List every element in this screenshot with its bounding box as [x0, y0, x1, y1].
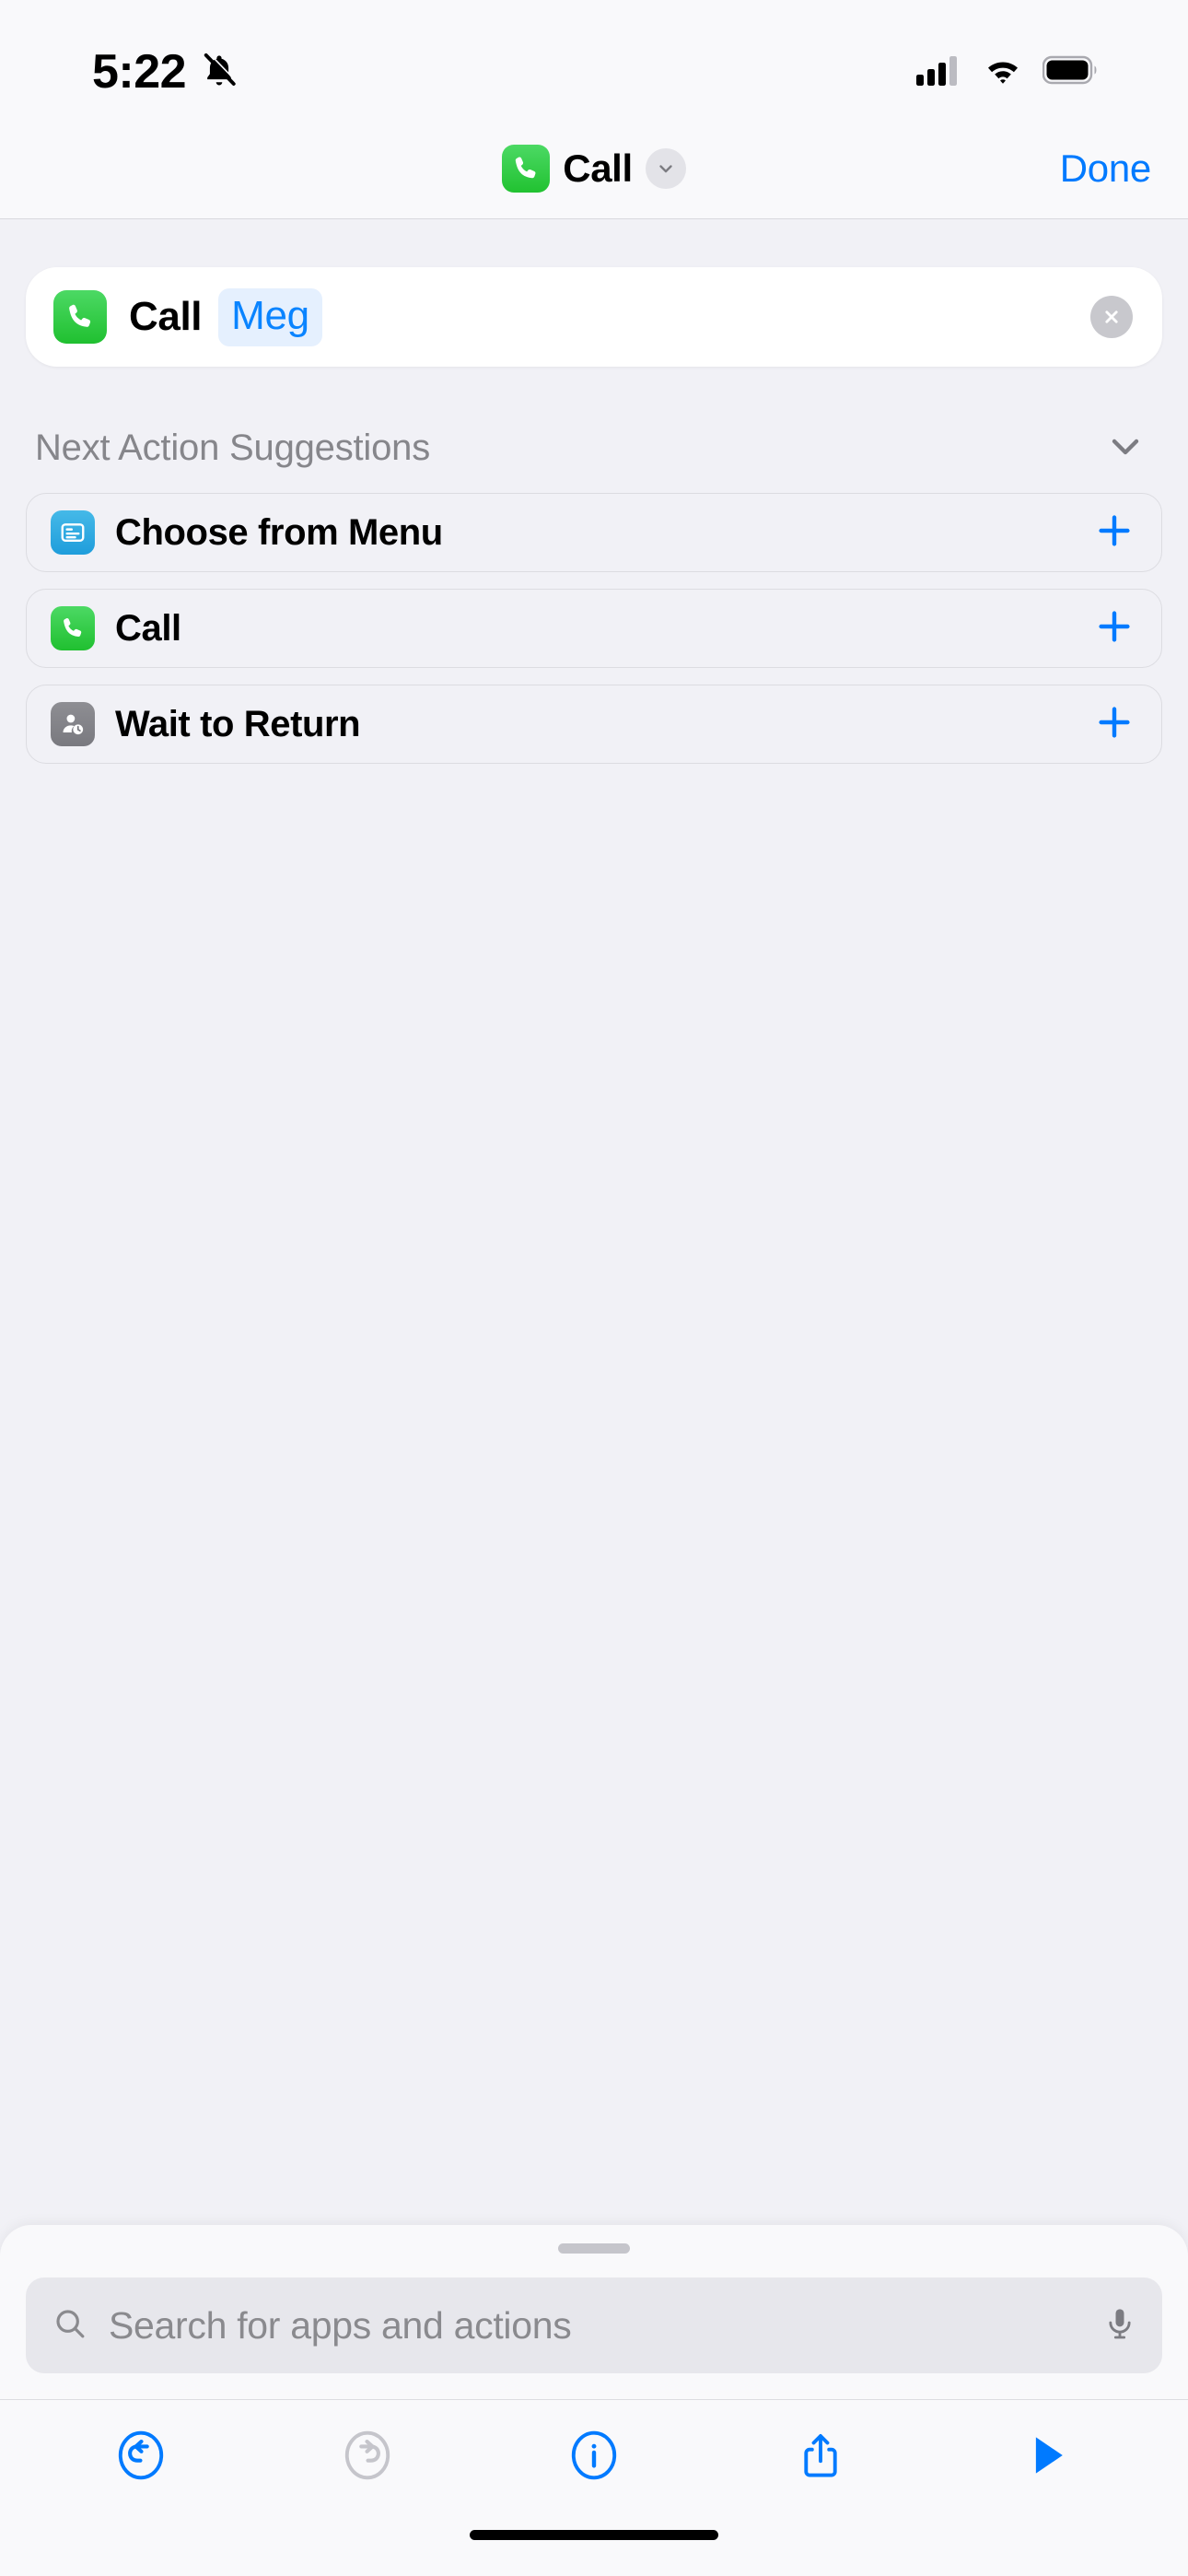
status-time: 5:22 [92, 45, 187, 99]
phone-icon [51, 606, 95, 650]
suggestion-label: Call [115, 607, 181, 649]
suggestion-row-wait-to-return[interactable]: Wait to Return [26, 685, 1162, 764]
plus-icon[interactable] [1093, 605, 1136, 652]
status-bar-right [915, 53, 1100, 91]
info-button[interactable] [543, 2405, 645, 2506]
home-indicator-area [0, 2510, 1188, 2576]
phone-app-icon [502, 144, 551, 193]
shortcuts-action-editor-screen: 5:22 Call Done Call Meg Next Action Sugg… [0, 0, 1188, 2576]
navigation-bar: Call Done [0, 118, 1188, 219]
editor-toolbar [0, 2399, 1188, 2510]
action-contact-token[interactable]: Meg [218, 287, 322, 346]
action-library-sheet: Search for apps and actions [0, 2225, 1188, 2576]
home-indicator[interactable] [470, 2530, 718, 2540]
run-button[interactable] [996, 2405, 1098, 2506]
search-input[interactable]: Search for apps and actions [26, 2277, 1162, 2373]
search-icon [52, 2305, 88, 2347]
redo-button[interactable] [317, 2405, 418, 2506]
nav-title-group: Call [0, 144, 1188, 193]
done-button[interactable]: Done [1060, 146, 1152, 191]
close-circle-icon[interactable] [1090, 296, 1133, 338]
undo-button[interactable] [90, 2405, 192, 2506]
phone-app-icon [53, 290, 107, 344]
chevron-down-icon[interactable] [1103, 424, 1147, 473]
sheet-grabber[interactable] [558, 2243, 630, 2254]
battery-icon [1042, 55, 1100, 89]
suggestion-row-call[interactable]: Call [26, 589, 1162, 668]
page-title: Call [563, 146, 633, 190]
person-clock-icon [51, 702, 95, 746]
main-content: Call Meg Next Action Suggestions Choose … [0, 219, 1188, 2225]
section-title: Next Action Suggestions [35, 427, 430, 468]
plus-icon[interactable] [1093, 509, 1136, 556]
status-bar-left: 5:22 [92, 48, 239, 96]
plus-icon[interactable] [1093, 701, 1136, 748]
chevron-down-icon[interactable] [645, 147, 686, 189]
silent-mode-icon [199, 50, 239, 95]
wifi-icon [980, 53, 1026, 91]
suggestion-label: Wait to Return [115, 703, 361, 744]
suggestion-label: Choose from Menu [115, 511, 443, 553]
suggestion-row-choose-from-menu[interactable]: Choose from Menu [26, 493, 1162, 572]
share-button[interactable] [770, 2405, 871, 2506]
search-container: Search for apps and actions [0, 2254, 1188, 2399]
next-action-suggestions-header[interactable]: Next Action Suggestions [35, 424, 1147, 473]
action-card-call[interactable]: Call Meg [26, 267, 1162, 367]
menu-list-icon [51, 510, 95, 555]
search-placeholder: Search for apps and actions [109, 2303, 572, 2347]
action-label: Call [129, 294, 203, 339]
cellular-signal-icon [915, 53, 963, 91]
status-bar: 5:22 [0, 0, 1188, 118]
microphone-icon[interactable] [1101, 2304, 1138, 2348]
